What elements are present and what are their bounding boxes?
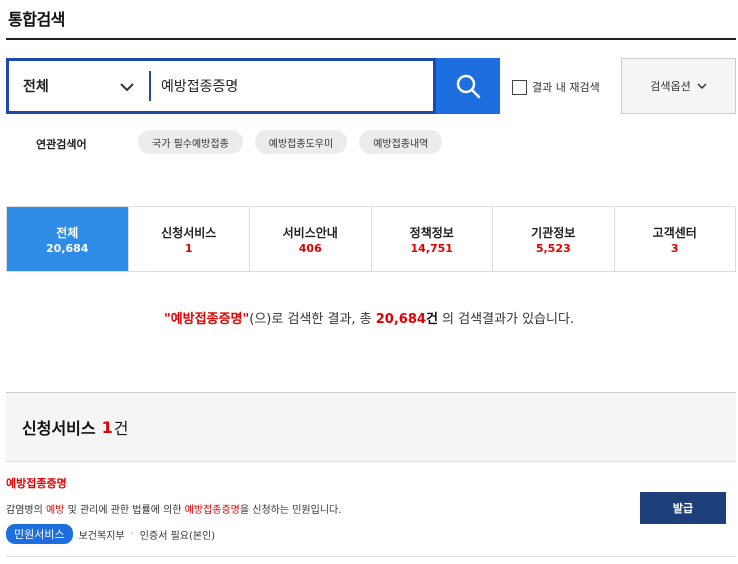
chevron-down-icon: [697, 83, 707, 90]
tab-count: 20,684: [46, 241, 89, 255]
related-keywords: 국가 필수예방접종 예방접종도우미 예방접종내역: [138, 130, 443, 154]
category-tabs: 전체 20,684 신청서비스 1 서비스안내 406 정책정보 14,751 …: [6, 206, 736, 272]
related-tag[interactable]: 예방접종도우미: [254, 130, 348, 154]
tab-label: 신청서비스: [161, 225, 217, 240]
search-input[interactable]: [149, 71, 433, 101]
tab-policy-info[interactable]: 정책정보 14,751: [370, 207, 493, 271]
result-meta: 민원서비스 보건복지부 · 인증서 필요(본인): [6, 524, 736, 544]
result-summary: "예방접종증명"(으)로 검색한 결과, 총 20,684건 의 검색결과가 있…: [0, 308, 738, 327]
bottom-divider: [6, 556, 736, 557]
tab-label: 정책정보: [409, 225, 454, 240]
desc-text: 을 신청하는 민원입니다.: [239, 505, 342, 516]
desc-highlight: 예방접종증명: [184, 505, 240, 516]
summary-text: (으)로 검색한 결과, 총: [249, 312, 376, 327]
tab-agency-info[interactable]: 기관정보 5,523: [492, 207, 614, 271]
search-icon: [456, 74, 481, 99]
search-box: 전체: [6, 58, 436, 114]
search-button[interactable]: [436, 58, 500, 114]
scope-label: 전체: [23, 79, 49, 95]
agency-name: 보건복지부: [78, 530, 125, 542]
summary-unit: 건: [425, 312, 438, 327]
meta-separator: ·: [130, 528, 134, 540]
in-result-label: 결과 내 재검색: [532, 81, 600, 94]
summary-keyword: "예방접종증명": [163, 312, 250, 327]
desc-text: 감염병의: [6, 505, 46, 516]
tab-count: 1: [184, 241, 193, 255]
section-header: 신청서비스 1 건: [6, 392, 736, 462]
service-type-badge: 민원서비스: [6, 524, 73, 544]
tab-count: 3: [670, 241, 679, 255]
cert-requirement: 인증서 필요(본인): [139, 530, 216, 542]
section-count: 1: [101, 417, 113, 437]
in-result-checkbox[interactable]: [512, 79, 527, 95]
scope-select[interactable]: 전체: [9, 61, 149, 111]
tab-label: 전체: [56, 225, 79, 240]
tab-label: 고객센터: [652, 225, 697, 240]
tab-service-guide[interactable]: 서비스안내 406: [249, 207, 371, 271]
related-keywords-label: 연관검색어: [36, 138, 87, 151]
search-options-label: 검색옵션: [650, 80, 691, 93]
title-divider: [6, 38, 736, 40]
section-unit: 건: [113, 419, 129, 438]
tab-count: 406: [298, 241, 322, 255]
issue-button[interactable]: 발급: [640, 492, 726, 524]
desc-highlight: 예방: [45, 505, 65, 516]
result-title[interactable]: 예방접종증명: [6, 475, 736, 491]
tab-customer-center[interactable]: 고객센터 3: [613, 207, 736, 271]
summary-total: 20,684: [375, 312, 426, 327]
summary-text: 의 검색결과가 있습니다.: [437, 312, 575, 327]
desc-text: 및 관리에 관한 법률에 의한: [64, 505, 185, 516]
section-title: 신청서비스: [22, 419, 96, 438]
tab-application-service[interactable]: 신청서비스 1: [127, 207, 250, 271]
tab-all[interactable]: 전체 20,684: [7, 207, 128, 271]
page-title: 통합검색: [8, 10, 65, 29]
tab-count: 5,523: [535, 241, 571, 255]
search-options-button[interactable]: 검색옵션: [621, 58, 736, 114]
tab-count: 14,751: [410, 241, 453, 255]
related-tag[interactable]: 예방접종내역: [359, 130, 443, 154]
tab-label: 기관정보: [531, 225, 576, 240]
in-result-search[interactable]: 결과 내 재검색: [512, 79, 600, 95]
chevron-down-icon: [120, 83, 134, 92]
result-description: 감염병의 예방 및 관리에 관한 법률에 의한 예방접종증명을 신청하는 민원입…: [6, 501, 736, 516]
related-tag[interactable]: 국가 필수예방접종: [138, 130, 243, 154]
tab-label: 서비스안내: [282, 225, 338, 240]
list-item: 예방접종증명 감염병의 예방 및 관리에 관한 법률에 의한 예방접종증명을 신…: [6, 475, 736, 544]
